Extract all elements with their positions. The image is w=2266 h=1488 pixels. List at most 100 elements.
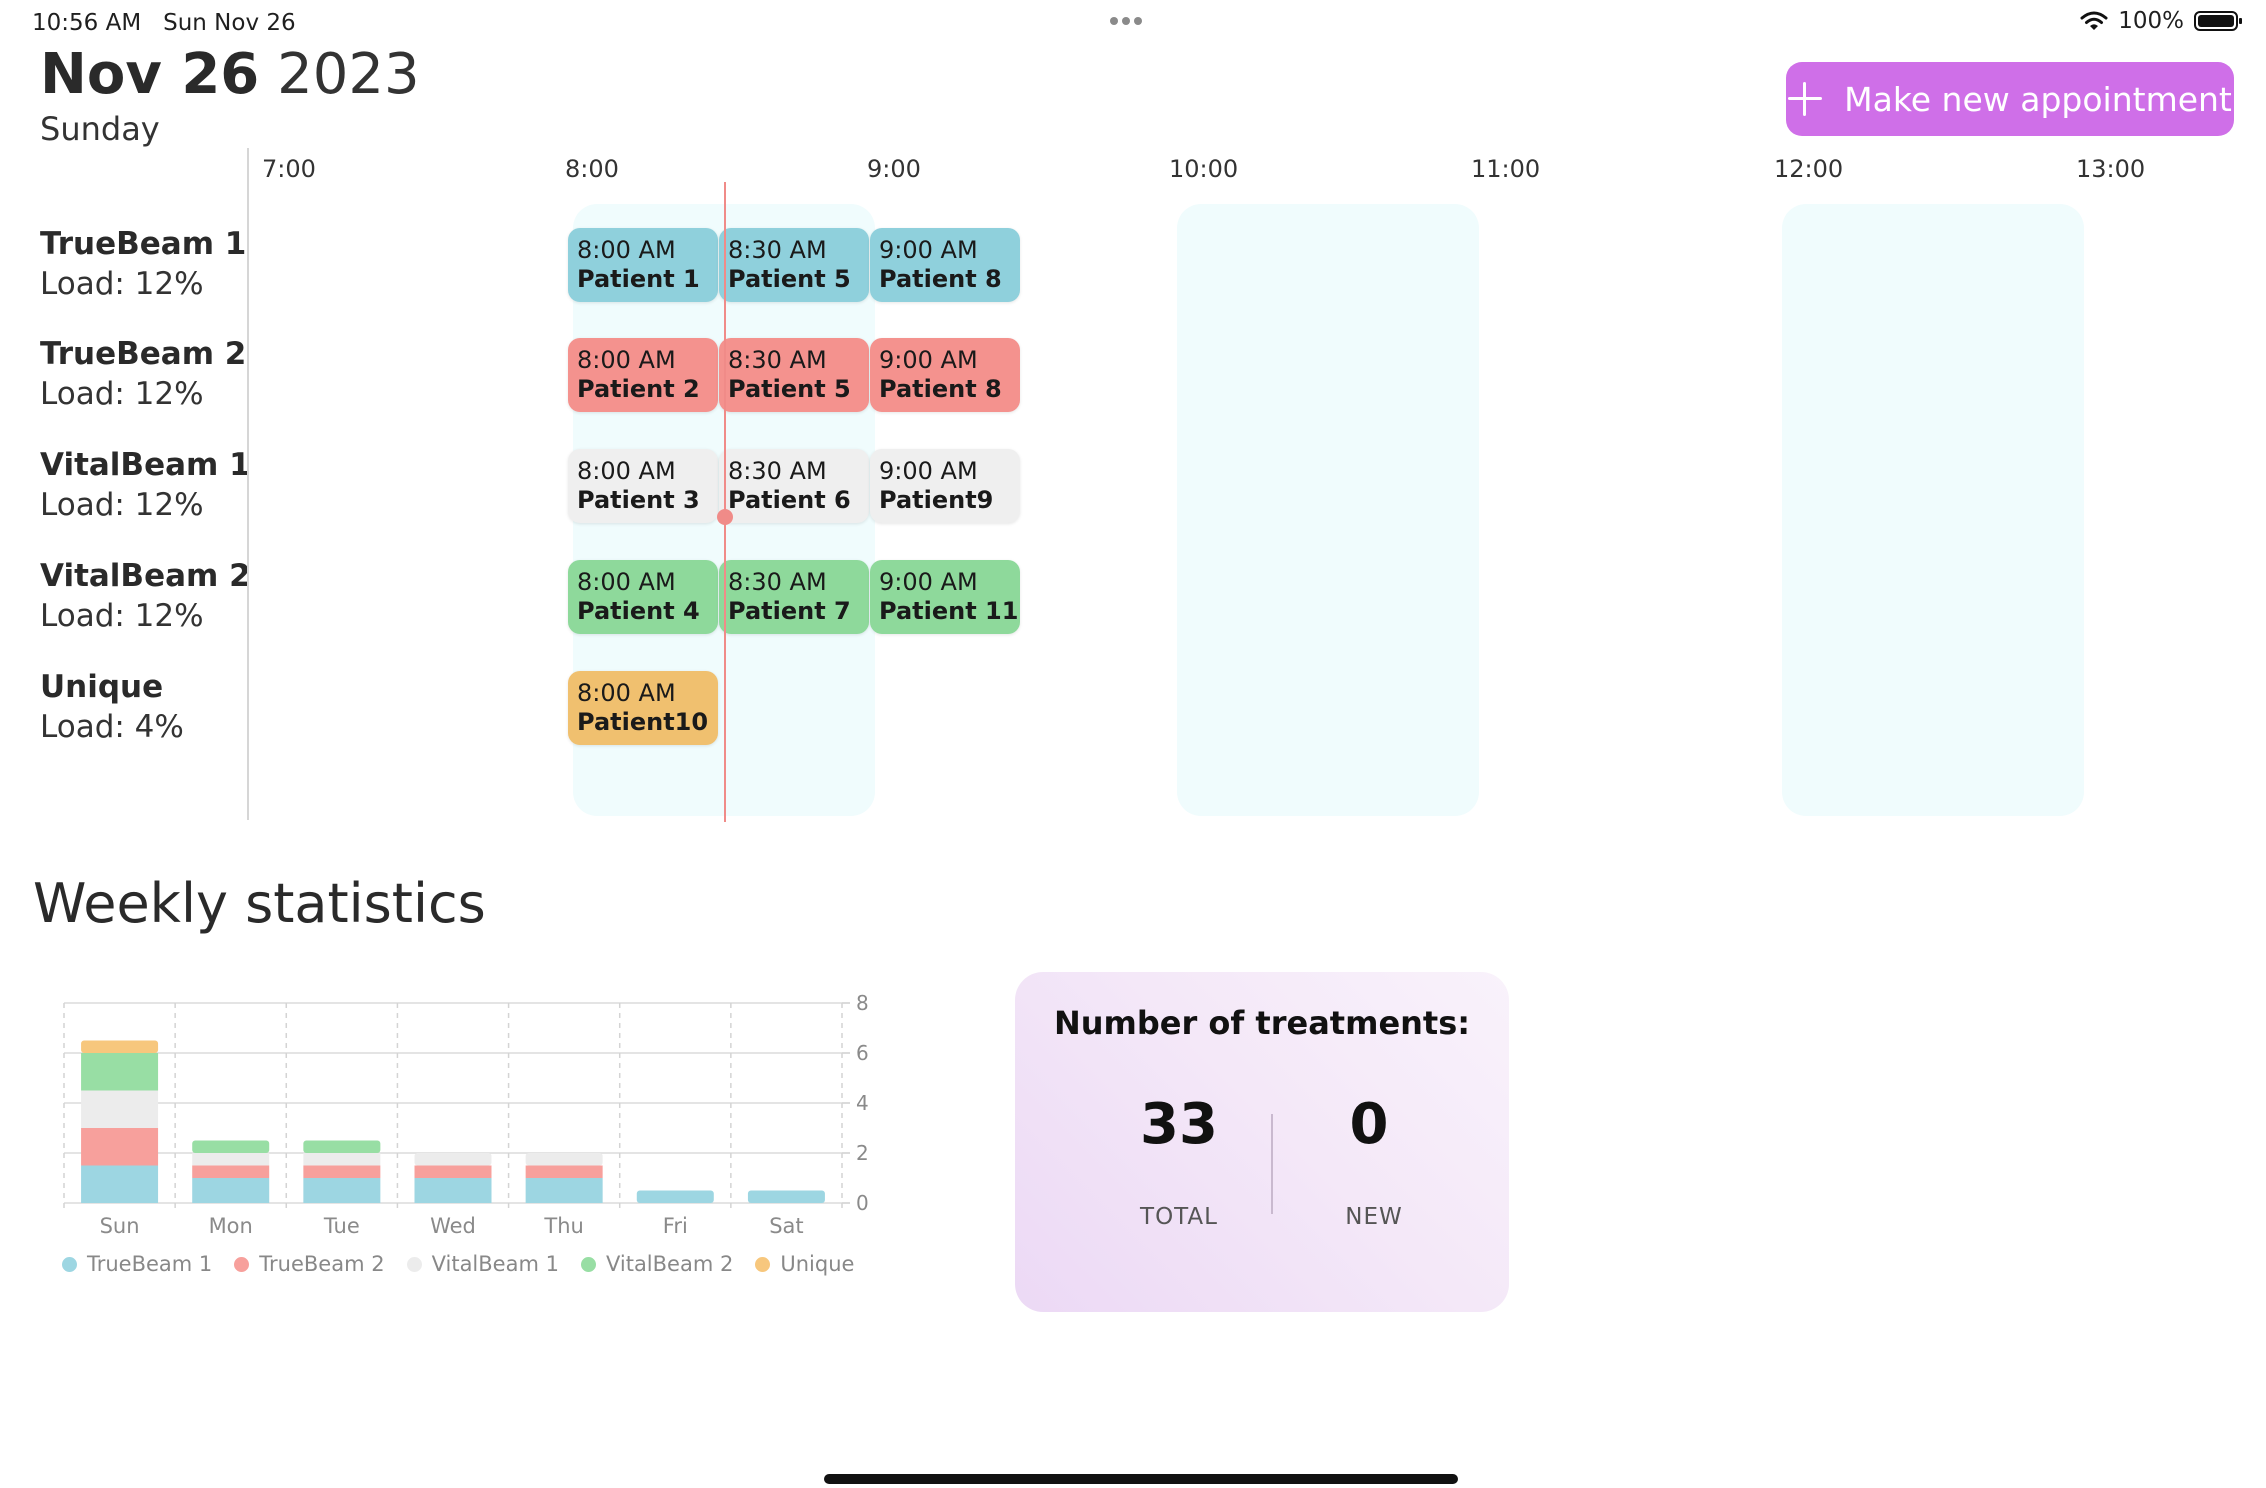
make-new-appointment-label: Make new appointment xyxy=(1844,79,2232,119)
resource-name: Unique xyxy=(40,669,164,705)
chart-y-tick-label: 6 xyxy=(856,1041,869,1065)
current-time-dot xyxy=(717,509,733,525)
appointment-card[interactable]: 9:00 AM Patient 11 xyxy=(870,560,1020,634)
chart-bar-segment xyxy=(81,1128,159,1166)
appointment-time: 8:30 AM xyxy=(728,568,827,596)
chart-bar-segment xyxy=(747,1190,825,1203)
appointment-patient: Patient 1 xyxy=(577,265,700,293)
total-treatments-value: 33 xyxy=(1140,1092,1218,1157)
wifi-icon xyxy=(2080,11,2108,30)
legend-item: VitalBeam 2 xyxy=(580,1252,734,1276)
appointment-card[interactable]: 8:00 AM Patient 1 xyxy=(568,228,718,302)
chart-x-tick-label: Wed xyxy=(430,1214,476,1238)
appointment-time: 8:00 AM xyxy=(577,568,676,596)
legend-label: Unique xyxy=(780,1252,855,1276)
weekly-chart: 0 2 4 6 8 Sun Mon Tue Wed Thu Fri Sat xyxy=(63,991,869,1238)
legend-item: Unique xyxy=(755,1252,854,1276)
appointment-time: 8:30 AM xyxy=(728,457,827,485)
appointment-patient: Patient 5 xyxy=(728,375,851,403)
appointment-time: 9:00 AM xyxy=(879,568,978,596)
chart-bar-segment xyxy=(303,1153,381,1166)
hour-label: 11:00 xyxy=(1471,155,1541,183)
resource-row-label: TrueBeam 2 Load: 12% xyxy=(40,336,246,412)
chart-legend: TrueBeam 1 TrueBeam 2 VitalBeam 1 VitalBeam… xyxy=(62,1252,854,1276)
chart-bar-segment xyxy=(81,1090,159,1128)
resource-row-label: VitalBeam 1 Load: 12% xyxy=(40,447,251,523)
schedule-divider xyxy=(247,148,249,820)
make-new-appointment-button[interactable]: Make new appointment xyxy=(1786,62,2234,136)
chart-bar-segment xyxy=(525,1153,603,1166)
chart-x-tick-label: Sun xyxy=(100,1214,140,1238)
legend-label: VitalBeam 1 xyxy=(431,1252,559,1276)
appointment-patient: Patient 2 xyxy=(577,375,700,403)
hour-band xyxy=(1782,204,2084,816)
chart-bar-segment xyxy=(81,1053,159,1091)
resource-name: TrueBeam 2 xyxy=(40,336,247,372)
resource-row-label: TrueBeam 1 Load: 12% xyxy=(40,226,246,302)
legend-dot-icon xyxy=(755,1256,771,1272)
appointment-time: 8:30 AM xyxy=(728,346,827,374)
hour-label: 13:00 xyxy=(2076,155,2146,183)
appointment-card[interactable]: 8:00 AM Patient 4 xyxy=(568,560,718,634)
home-indicator[interactable] xyxy=(824,1474,1458,1484)
battery-icon xyxy=(2194,11,2242,31)
appointment-card[interactable]: 8:30 AM Patient 5 xyxy=(719,228,869,302)
weekly-statistics-title: Weekly statistics xyxy=(33,872,486,935)
current-time-line xyxy=(724,182,726,822)
appointment-card[interactable]: 9:00 AM Patient 8 xyxy=(870,338,1020,412)
appointment-patient: Patient 7 xyxy=(728,597,851,625)
appointment-patient: Patient9 xyxy=(879,486,994,514)
appointment-card[interactable]: 8:30 AM Patient 5 xyxy=(719,338,869,412)
appointment-time: 8:00 AM xyxy=(577,679,676,707)
legend-dot-icon xyxy=(580,1256,596,1272)
resource-row-label: Unique Load: 4% xyxy=(40,669,184,745)
chart-bar-segment xyxy=(414,1153,492,1166)
appointment-patient: Patient 6 xyxy=(728,486,851,514)
legend-label: TrueBeam 1 xyxy=(87,1252,213,1276)
chart-x-tick-label: Thu xyxy=(543,1214,583,1238)
new-treatments-label: NEW xyxy=(1345,1204,1403,1230)
chart-y-tick-label: 0 xyxy=(856,1191,869,1215)
chart-x-tick-label: Sat xyxy=(769,1214,803,1238)
chart-bar-segment xyxy=(81,1040,159,1053)
multitasking-dots-icon[interactable] xyxy=(1110,10,1146,29)
chart-bar-segment xyxy=(81,1165,159,1203)
legend-label: VitalBeam 2 xyxy=(605,1252,734,1276)
chart-bar-segment xyxy=(303,1178,381,1203)
resource-load: Load: 12% xyxy=(40,266,204,302)
appointment-patient: Patient10 xyxy=(577,708,709,736)
chart-bar-segment xyxy=(303,1165,381,1178)
treatments-card-title: Number of treatments: xyxy=(1053,1004,1471,1042)
appointment-card[interactable]: 8:30 AM Patient 6 xyxy=(719,449,869,523)
legend-dot-icon xyxy=(234,1256,250,1272)
title-year: 2023 xyxy=(277,42,420,107)
legend-label: TrueBeam 2 xyxy=(259,1252,385,1276)
appointment-card[interactable]: 9:00 AM Patient9 xyxy=(870,449,1020,523)
legend-item: TrueBeam 2 xyxy=(234,1252,385,1276)
resource-load: Load: 4% xyxy=(40,709,184,745)
appointment-card[interactable]: 8:00 AM Patient 3 xyxy=(568,449,718,523)
legend-item: VitalBeam 1 xyxy=(406,1252,559,1276)
chart-bar-segment xyxy=(525,1165,603,1178)
resource-row-label: VitalBeam 2 Load: 12% xyxy=(40,558,251,634)
appointment-card[interactable]: 9:00 AM Patient 8 xyxy=(870,228,1020,302)
total-treatments-label: TOTAL xyxy=(1140,1204,1218,1230)
chart-bar-segment xyxy=(525,1178,603,1203)
appointment-time: 8:00 AM xyxy=(577,457,676,485)
appointment-card[interactable]: 8:30 AM Patient 7 xyxy=(719,560,869,634)
appointment-card[interactable]: 8:00 AM Patient10 xyxy=(568,671,718,745)
chart-bar-segment xyxy=(192,1165,270,1178)
new-treatments-value: 0 xyxy=(1349,1092,1389,1157)
hour-label: 7:00 xyxy=(262,155,316,183)
chart-bar-segment xyxy=(192,1153,270,1166)
hour-label: 10:00 xyxy=(1169,155,1239,183)
hour-label: 9:00 xyxy=(867,155,921,183)
treatments-card: Number of treatments: 33 TOTAL 0 NEW xyxy=(1015,972,1509,1312)
chart-x-tick-label: Fri xyxy=(663,1214,688,1238)
appointment-card[interactable]: 8:00 AM Patient 2 xyxy=(568,338,718,412)
chart-bar-segment xyxy=(414,1178,492,1203)
hour-label: 8:00 xyxy=(565,155,619,183)
resource-name: VitalBeam 1 xyxy=(40,447,251,483)
chart-y-tick-label: 4 xyxy=(856,1091,869,1115)
chart-bar-segment xyxy=(192,1140,270,1153)
